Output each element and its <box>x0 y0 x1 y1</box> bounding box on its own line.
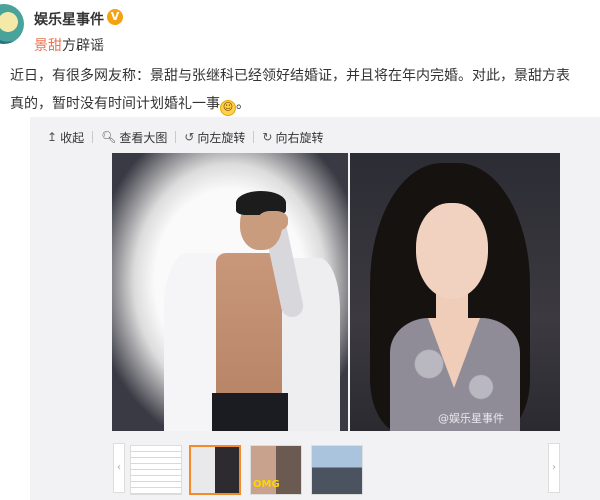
rotate-right-icon: ↻ <box>262 130 273 144</box>
author-name[interactable]: 娱乐星事件 <box>34 9 104 29</box>
thumb-next-arrow-icon[interactable]: › <box>548 443 560 493</box>
hand-shape <box>258 211 288 231</box>
thumbnail-3[interactable]: OMG <box>250 445 302 495</box>
post-headline: 景甜方辟谣 <box>34 35 104 55</box>
thumbnail-1[interactable] <box>130 445 182 495</box>
post-body: 近日，有很多网友称：景甜与张继科已经领好结婚证，并且将在年内完婚。对此，景甜方表… <box>10 62 600 118</box>
thumbnail-2-active[interactable] <box>189 445 241 495</box>
rotate-right-button[interactable]: ↻ 向右旋转 <box>262 129 323 146</box>
collapse-icon: ↥ <box>47 130 58 144</box>
rotate-left-icon: ↺ <box>184 130 195 144</box>
torso-shape <box>216 253 282 403</box>
media-toolbar: ↥ 收起 🔍︎ 查看大图 ↺ 向左旋转 ↻ 向右旋转 <box>47 127 323 147</box>
toolbar-divider <box>253 131 255 143</box>
rotate-right-label: 向右旋转 <box>275 130 324 145</box>
pants-shape <box>212 393 288 431</box>
image-watermark: @娱乐星事件 <box>438 412 504 425</box>
face-shape <box>416 203 488 299</box>
post-body-line-2: 真的，暂时没有时间计划婚礼一事 ☺。 <box>10 90 600 118</box>
photo-man[interactable] <box>112 153 348 431</box>
post-body-line-1: 近日，有很多网友称：景甜与张继科已经领好结婚证，并且将在年内完婚。对此，景甜方表 <box>10 68 570 84</box>
search-icon: 🔍︎ <box>101 130 117 144</box>
rotate-left-button[interactable]: ↺ 向左旋转 <box>184 129 245 146</box>
toolbar-divider <box>175 131 177 143</box>
toolbar-divider <box>92 131 94 143</box>
rotate-left-label: 向左旋转 <box>197 130 246 145</box>
smiling-face-emoji-icon: ☺ <box>220 100 236 116</box>
thumbnail-4[interactable] <box>311 445 363 495</box>
view-large-label: 查看大图 <box>119 130 168 145</box>
author-avatar[interactable] <box>0 4 26 44</box>
post-body-line-2-text: 真的，暂时没有时间计划婚礼一事 <box>10 96 220 112</box>
collapse-label: 收起 <box>60 130 85 145</box>
headline-link[interactable]: 景甜 <box>34 38 62 54</box>
photo-woman[interactable] <box>350 153 560 431</box>
verified-badge-icon: V <box>107 9 123 25</box>
view-large-button[interactable]: 🔍︎ 查看大图 <box>101 129 167 146</box>
thumb-prev-arrow-icon[interactable]: ‹ <box>113 443 125 493</box>
thumbnail-caption: OMG <box>253 479 280 490</box>
collapse-button[interactable]: ↥ 收起 <box>47 129 84 146</box>
headline-text: 方辟谣 <box>62 38 104 54</box>
